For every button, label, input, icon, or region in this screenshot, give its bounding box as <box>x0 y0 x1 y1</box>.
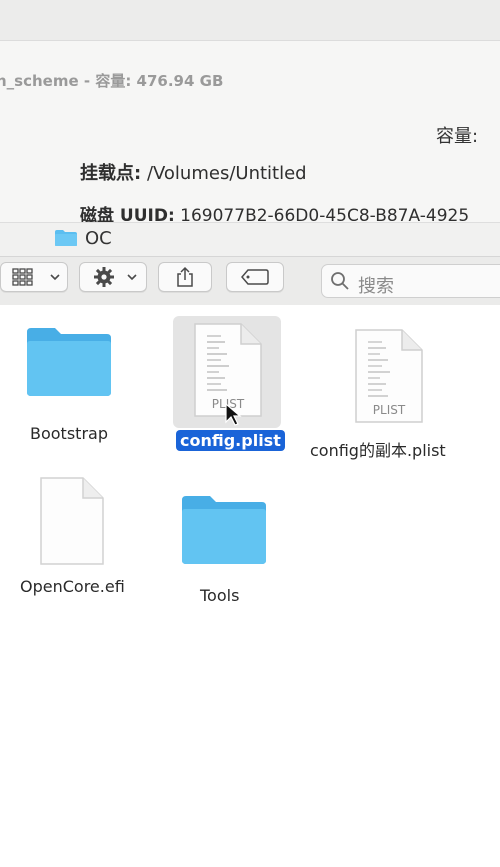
file-name: Tools <box>200 586 240 605</box>
selected-file-name: config.plist <box>176 430 285 451</box>
file-name: Bootstrap <box>30 424 108 443</box>
mount-point-value: /Volumes/Untitled <box>146 163 307 184</box>
plist-document-icon: PLIST <box>355 329 423 423</box>
folder-icon <box>27 328 111 396</box>
mount-point-row: 挂载点: /Volumes/Untitled <box>80 159 307 185</box>
document-icon <box>40 477 104 565</box>
folder-icon <box>182 496 266 564</box>
gear-icon <box>94 267 114 287</box>
volume-title: n_scheme - 容量: 476.94 GB <box>0 72 224 90</box>
path-folder-name[interactable]: OC <box>85 228 112 249</box>
window-top-area <box>0 0 500 40</box>
file-name: config的副本.plist <box>310 441 446 460</box>
share-button[interactable] <box>158 262 212 292</box>
mouse-cursor-icon <box>225 402 242 426</box>
capacity-label: 容量: <box>436 126 479 147</box>
chevron-down-icon <box>50 274 60 281</box>
search-field[interactable] <box>321 264 500 298</box>
view-mode-button[interactable] <box>0 262 68 292</box>
icon-grid-icon <box>12 268 33 286</box>
chevron-down-icon <box>127 274 137 281</box>
file-name: OpenCore.efi <box>20 577 125 596</box>
mount-point-label: 挂载点: <box>80 163 142 184</box>
plist-badge: PLIST <box>373 403 406 417</box>
search-placeholder: 搜索 <box>358 276 394 297</box>
folder-icon <box>55 230 77 246</box>
tag-icon <box>241 269 269 285</box>
search-icon <box>331 272 349 290</box>
tag-button[interactable] <box>226 262 284 292</box>
share-icon <box>177 266 193 287</box>
action-menu-button[interactable] <box>79 262 147 292</box>
